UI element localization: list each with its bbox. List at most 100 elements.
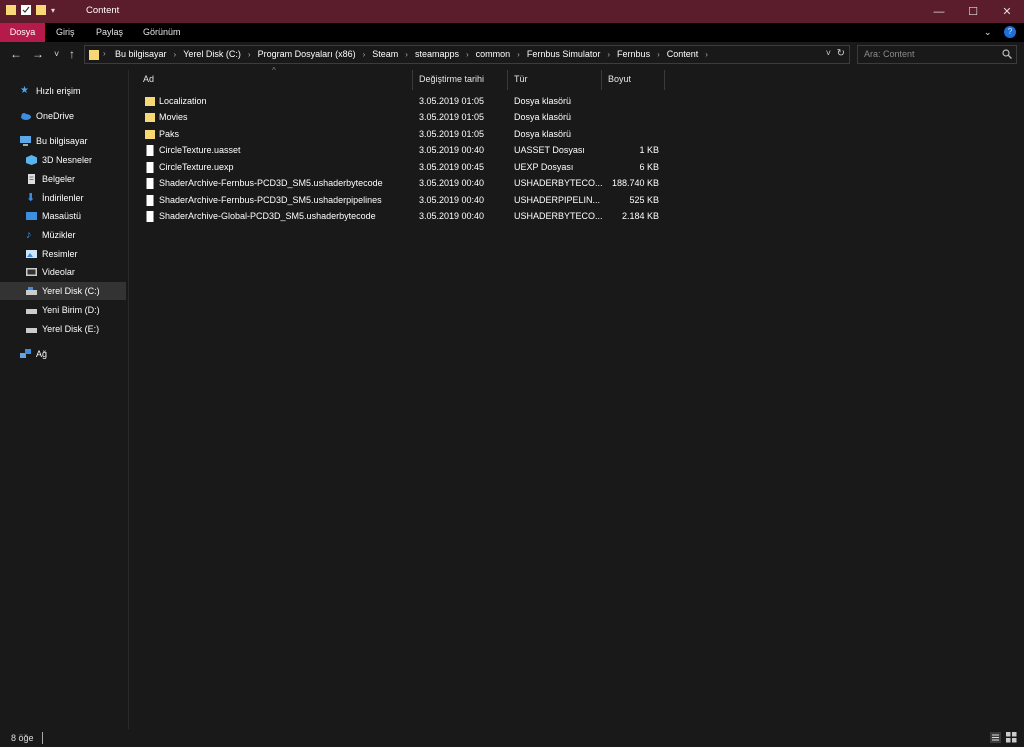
file-icon: [146, 211, 154, 222]
folder-icon: [6, 5, 16, 15]
tab-dosya[interactable]: Dosya: [0, 23, 45, 42]
file-row[interactable]: ShaderArchive-Fernbus-PCD3D_SM5.ushaderp…: [143, 193, 663, 209]
file-modified: 3.05.2019 00:40: [419, 211, 485, 221]
sidebar-item-local-disk-c[interactable]: Yerel Disk (C:): [0, 282, 126, 300]
file-row[interactable]: Movies 3.05.2019 01:05 Dosya klasörü: [143, 110, 663, 126]
file-row[interactable]: ShaderArchive-Fernbus-PCD3D_SM5.ushaderb…: [143, 176, 663, 192]
address-bar[interactable]: › Bu bilgisayar › Yerel Disk (C:) › Progra…: [84, 45, 850, 64]
column-divider[interactable]: [412, 70, 413, 90]
sidebar-item-onedrive[interactable]: OneDrive: [20, 107, 74, 125]
file-icon: [146, 178, 154, 189]
file-modified: 3.05.2019 00:40: [419, 195, 485, 205]
details-view-icon[interactable]: [990, 732, 1001, 743]
sidebar-item-label: Masaüstü: [42, 211, 82, 221]
file-row[interactable]: CircleTexture.uexp 3.05.2019 00:45 UEXP …: [143, 160, 663, 176]
chevron-right-icon: ›: [465, 49, 469, 59]
chevron-right-icon: ›: [405, 49, 408, 59]
minimize-button[interactable]: —: [922, 0, 956, 23]
ribbon-tabs: Dosya Giriş Paylaş Görünüm ⌄ ?: [0, 23, 1024, 42]
sidebar-item-music[interactable]: ♪ Müzikler: [26, 226, 76, 244]
column-header-modified[interactable]: Değiştirme tarihi: [419, 70, 484, 88]
properties-icon[interactable]: [21, 4, 31, 16]
video-icon: [26, 268, 37, 276]
file-row[interactable]: CircleTexture.uasset 3.05.2019 00:40 UAS…: [143, 143, 663, 159]
search-input[interactable]: Ara: Content: [857, 45, 1017, 64]
file-row[interactable]: ShaderArchive-Global-PCD3D_SM5.ushaderby…: [143, 209, 663, 225]
document-icon: [28, 174, 35, 184]
close-button[interactable]: ✕: [990, 0, 1024, 23]
column-header-type[interactable]: Tür: [514, 70, 528, 88]
file-name: Paks: [159, 129, 180, 139]
tab-gorunum[interactable]: Görünüm: [143, 23, 181, 42]
refresh-button[interactable]: ↻: [837, 48, 845, 59]
file-icon: [146, 145, 154, 156]
large-icons-view-icon[interactable]: [1006, 732, 1017, 743]
file-row[interactable]: Paks 3.05.2019 01:05 Dosya klasörü: [143, 127, 663, 143]
sidebar-item-pictures[interactable]: Resimler: [26, 245, 78, 263]
up-button[interactable]: ↑: [69, 47, 75, 61]
file-type: Dosya klasörü: [514, 112, 572, 122]
status-bar: 8 öğe: [0, 729, 1024, 747]
chevron-right-icon: ›: [362, 49, 366, 59]
sidebar-item-new-volume-d[interactable]: Yeni Birim (D:): [26, 301, 100, 319]
tab-paylas[interactable]: Paylaş: [96, 23, 123, 42]
file-name: ShaderArchive-Fernbus-PCD3D_SM5.ushaderp…: [159, 195, 382, 205]
sidebar-item-label: Yerel Disk (E:): [42, 324, 100, 334]
breadcrumb-item[interactable]: steamapps: [415, 49, 459, 59]
drive-icon: [26, 309, 37, 314]
column-header-name[interactable]: Ad: [143, 70, 154, 88]
address-dropdown-button[interactable]: ˅: [826, 48, 831, 58]
drive-icon: [26, 287, 37, 295]
back-button[interactable]: ←: [10, 47, 22, 61]
column-divider[interactable]: [507, 70, 508, 90]
sidebar-item-network[interactable]: Ağ: [20, 345, 47, 363]
breadcrumb-item[interactable]: Fernbus: [617, 49, 650, 59]
file-name: ShaderArchive-Global-PCD3D_SM5.ushaderby…: [159, 211, 376, 221]
column-header-size[interactable]: Boyut: [608, 70, 631, 88]
pictures-icon: [26, 250, 37, 258]
breadcrumb-item[interactable]: common: [476, 49, 511, 59]
breadcrumb-item[interactable]: Content: [667, 49, 699, 59]
tab-giris[interactable]: Giriş: [56, 23, 75, 42]
forward-button[interactable]: →: [32, 47, 44, 61]
drive-icon: [26, 328, 37, 333]
file-name: ShaderArchive-Fernbus-PCD3D_SM5.ushaderb…: [159, 178, 383, 188]
breadcrumb-item[interactable]: Fernbus Simulator: [527, 49, 601, 59]
breadcrumb-item[interactable]: Yerel Disk (C:): [183, 49, 241, 59]
sidebar-item-documents[interactable]: Belgeler: [26, 170, 75, 188]
sidebar-item-3d-objects[interactable]: 3D Nesneler: [26, 151, 92, 169]
file-name: CircleTexture.uexp: [159, 162, 234, 172]
sidebar-item-quick-access[interactable]: ★ Hızlı erişim: [20, 82, 81, 100]
chevron-right-icon: ›: [705, 49, 708, 59]
sidebar-item-desktop[interactable]: Masaüstü: [26, 207, 81, 225]
sidebar-item-label: Ağ: [36, 349, 48, 359]
recent-locations-button[interactable]: ˅: [54, 49, 59, 59]
sidebar-item-local-disk-e[interactable]: Yerel Disk (E:): [26, 320, 99, 338]
column-divider[interactable]: [601, 70, 602, 90]
customize-qat-icon[interactable]: ▾: [51, 6, 55, 15]
sidebar-item-label: 3D Nesneler: [42, 155, 93, 165]
file-modified: 3.05.2019 01:05: [419, 112, 485, 122]
chevron-right-icon: ›: [247, 49, 251, 59]
new-folder-icon[interactable]: [36, 4, 46, 16]
sidebar-item-this-pc[interactable]: Bu bilgisayar: [20, 132, 88, 150]
file-type: USHADERPIPELIN...: [514, 195, 601, 205]
cloud-icon: [21, 113, 31, 120]
column-divider[interactable]: [664, 70, 665, 90]
file-size: 2.184 KB: [621, 211, 659, 221]
file-row[interactable]: Localization 3.05.2019 01:05 Dosya klasö…: [143, 94, 663, 110]
breadcrumb-item[interactable]: Steam: [372, 49, 398, 59]
breadcrumb-item[interactable]: Bu bilgisayar: [115, 49, 167, 59]
sidebar-item-downloads[interactable]: ⬇ İndirilenler: [26, 189, 84, 207]
breadcrumb-item[interactable]: Program Dosyaları (x86): [258, 49, 356, 59]
file-modified: 3.05.2019 00:45: [419, 162, 485, 172]
file-size: 1 KB: [639, 145, 659, 155]
sort-ascending-icon: ^: [272, 66, 276, 75]
desktop-icon: [26, 212, 37, 220]
sidebar-item-videos[interactable]: Videolar: [26, 263, 75, 281]
expand-ribbon-icon[interactable]: ⌄: [984, 23, 992, 42]
help-icon[interactable]: ?: [1004, 26, 1016, 38]
navigation-pane: ★ Hızlı erişim OneDrive Bu bilgisayar 3D…: [0, 70, 129, 729]
maximize-button[interactable]: ☐: [956, 0, 990, 23]
computer-icon: [20, 136, 31, 146]
